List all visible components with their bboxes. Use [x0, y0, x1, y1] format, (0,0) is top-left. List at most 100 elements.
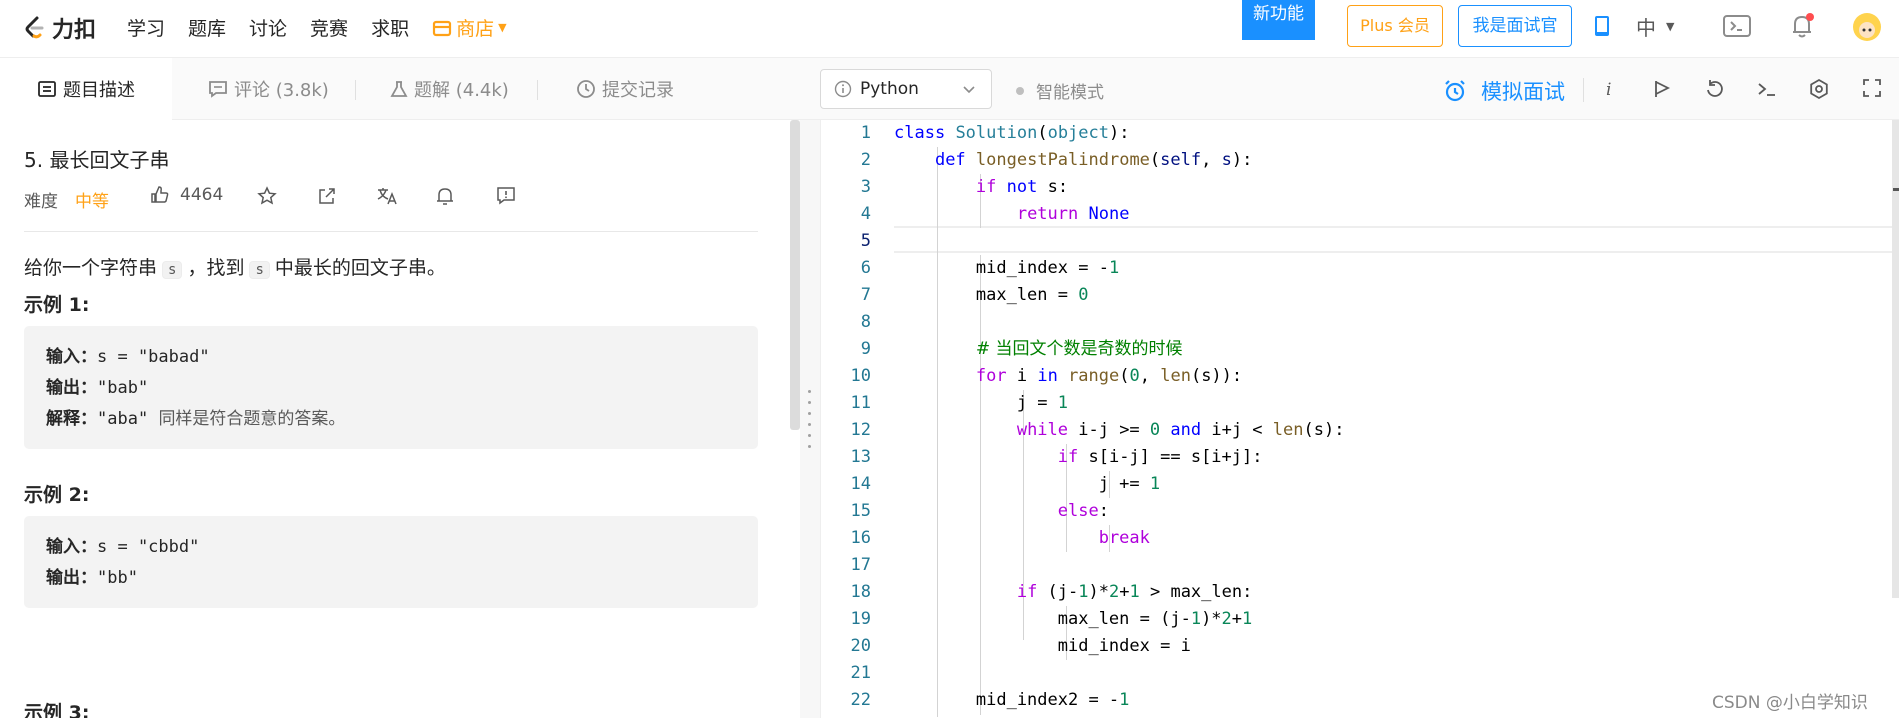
- leetcode-logo-icon: [25, 16, 44, 39]
- interviewer-button[interactable]: 我是面试官: [1458, 5, 1572, 47]
- code-line: for i in range(0, len(s)):: [975, 366, 1243, 386]
- line-number: 10: [850, 366, 871, 386]
- difficulty-badge: 中等: [75, 192, 109, 212]
- example-input: 输入：s = "cbbd": [46, 537, 200, 557]
- nav-contest[interactable]: 竞赛: [310, 14, 348, 41]
- bell-icon[interactable]: [436, 186, 454, 206]
- line-number: 4: [860, 204, 871, 224]
- description-scrollbar[interactable]: [790, 120, 800, 430]
- home-logo[interactable]: 力扣: [22, 12, 96, 44]
- nav-learn[interactable]: 学习: [127, 14, 165, 41]
- reset-icon[interactable]: [1704, 78, 1726, 100]
- example-box: 输入：s = "cbbd" 输出："bb": [24, 516, 758, 608]
- feedback-icon[interactable]: [496, 186, 516, 206]
- example-box: 输入：s = "babad" 输出："bab" 解释："aba" 同样是符合题意…: [24, 326, 758, 449]
- example-title: 示例 3:: [24, 702, 90, 718]
- language-value: Python: [860, 79, 919, 99]
- code-line: if s[i-j] == s[i+j]:: [1057, 447, 1263, 467]
- code-text[interactable]: class Solution(object): def longestPalin…: [894, 120, 1894, 718]
- plus-member-button[interactable]: Plus 会员: [1347, 5, 1443, 47]
- store-icon: [432, 20, 452, 36]
- mock-interview-button[interactable]: 模拟面试: [1443, 76, 1565, 106]
- line-number: 9: [860, 339, 871, 359]
- alarm-clock-icon: [1445, 80, 1465, 102]
- notification-bell-icon[interactable]: [1790, 12, 1816, 40]
- nav-jobs[interactable]: 求职: [371, 14, 409, 41]
- user-avatar[interactable]: [1852, 12, 1882, 42]
- nav-discuss[interactable]: 讨论: [249, 14, 287, 41]
- line-number: 3: [860, 177, 871, 197]
- example-output: 输出："bab": [46, 378, 149, 398]
- editor-scrollbar[interactable]: [1892, 120, 1899, 598]
- caret-down-icon: ▼: [498, 21, 507, 34]
- example-output: 输出："bb": [46, 568, 138, 588]
- tab-divider: [355, 80, 356, 100]
- line-number: 20: [850, 636, 871, 656]
- problem-toolbar: 题目描述 评论 (3.8k) 题解 (4.4k) 提交记录 Python 智能模…: [0, 58, 1899, 120]
- code-line: mid_index = i: [894, 636, 1191, 656]
- tab-solutions[interactable]: 题解 (4.4k): [390, 58, 509, 120]
- line-number-current: 5: [860, 231, 871, 251]
- tab-comments[interactable]: 评论 (3.8k): [208, 58, 329, 120]
- toolbar-divider: [1583, 78, 1584, 102]
- translate-icon[interactable]: [376, 186, 398, 206]
- description-text: 中最长的回文子串。: [274, 257, 446, 279]
- fullscreen-icon[interactable]: [1862, 78, 1882, 98]
- line-number: 16: [850, 528, 871, 548]
- nav-store[interactable]: 商店 ▼: [432, 14, 507, 41]
- code-line: def longestPalindrome(self, s):: [934, 150, 1253, 170]
- tab-description[interactable]: 题目描述: [0, 58, 172, 120]
- flask-icon: [390, 81, 408, 97]
- line-number: 19: [850, 609, 871, 629]
- example-title: 示例 1:: [24, 294, 90, 316]
- nav-problems[interactable]: 题库: [188, 14, 226, 41]
- playground-icon[interactable]: [1722, 14, 1752, 40]
- line-number: 7: [860, 285, 871, 305]
- code-line: j = 1: [894, 393, 1069, 413]
- tab-comments-label: 评论 (3.8k): [234, 80, 329, 101]
- line-number: 17: [850, 555, 871, 575]
- like-button[interactable]: 4464: [150, 185, 223, 205]
- tab-submissions[interactable]: 提交记录: [576, 58, 674, 120]
- share-icon[interactable]: [317, 186, 337, 206]
- flag-icon[interactable]: [1652, 78, 1672, 100]
- line-number: 6: [860, 258, 871, 278]
- watermark: CSDN @小白学知识: [1712, 693, 1868, 713]
- line-number: 13: [850, 447, 871, 467]
- line-number: 18: [850, 582, 871, 602]
- settings-icon[interactable]: [1808, 78, 1830, 100]
- drag-handle-icon[interactable]: [808, 390, 812, 464]
- tab-solutions-label: 题解 (4.4k): [414, 80, 509, 101]
- new-feature-badge[interactable]: 新功能: [1242, 0, 1315, 40]
- description-text: 给你一个字符串: [24, 257, 158, 279]
- tab-submissions-label: 提交记录: [602, 80, 674, 101]
- inline-code: s: [162, 261, 183, 279]
- line-number: 11: [850, 393, 871, 413]
- language-switcher[interactable]: 中 ▼: [1636, 12, 1674, 41]
- thumbs-up-icon: [151, 186, 169, 203]
- problem-title: 5. 最长回文子串: [24, 148, 170, 172]
- divider: [24, 231, 758, 232]
- code-line: else:: [1057, 501, 1109, 521]
- line-number: 21: [850, 663, 871, 683]
- caret-down-icon: ▼: [1666, 20, 1675, 33]
- mobile-app-icon[interactable]: [1592, 14, 1612, 38]
- code-line: class Solution(object):: [894, 123, 1130, 143]
- tab-divider: [537, 80, 538, 100]
- info-italic-icon[interactable]: i: [1603, 78, 1617, 100]
- inline-code: s: [249, 261, 270, 279]
- code-line: while i-j >= 0 and i+j < len(s):: [1016, 420, 1345, 440]
- svg-text:i: i: [1606, 80, 1611, 100]
- star-icon[interactable]: [257, 186, 277, 206]
- brand-name: 力扣: [52, 18, 97, 43]
- mock-interview-label: 模拟面试: [1481, 80, 1565, 104]
- code-editor[interactable]: 1 2 3 4 5 6 7 8 9 10 11 12 13 14 15 16 1…: [820, 120, 1899, 718]
- code-line: if (j-1)*2+1 > max_len:: [1016, 582, 1253, 602]
- smart-mode-toggle[interactable]: 智能模式: [1016, 78, 1104, 103]
- console-icon[interactable]: [1756, 78, 1778, 100]
- problem-description: 给你一个字符串 s ，找到 s 中最长的回文子串。: [24, 253, 446, 280]
- language-select[interactable]: Python: [820, 69, 992, 109]
